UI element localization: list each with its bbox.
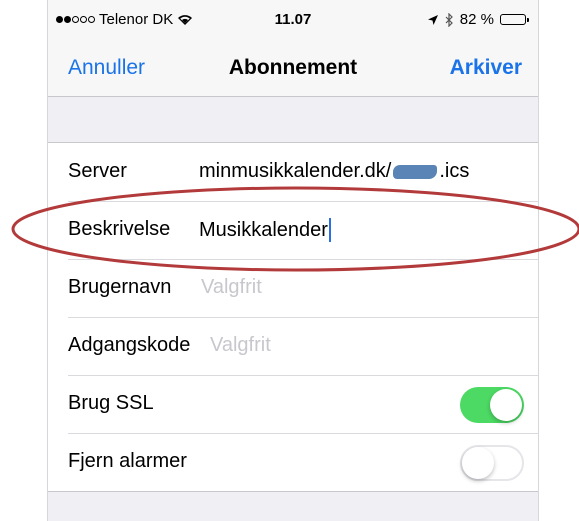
server-row[interactable]: Server minmusikkalender.dk/ .ics bbox=[48, 143, 538, 201]
ssl-row: Brug SSL bbox=[48, 375, 538, 433]
description-label: Beskrivelse bbox=[68, 218, 171, 240]
navigation-bar: Annuller Abonnement Arkiver bbox=[48, 40, 538, 97]
text-cursor bbox=[328, 218, 331, 242]
ssl-label: Brug SSL bbox=[68, 392, 154, 414]
server-field[interactable]: minmusikkalender.dk/ .ics bbox=[199, 160, 469, 183]
alarms-row: Fjern alarmer bbox=[48, 433, 538, 491]
save-button[interactable]: Arkiver bbox=[450, 56, 522, 80]
description-value: Musikkalender bbox=[199, 218, 328, 241]
description-row[interactable]: Beskrivelse Musikkalender bbox=[48, 201, 538, 259]
password-label: Adgangskode bbox=[68, 334, 191, 356]
bluetooth-icon bbox=[445, 12, 453, 27]
battery-icon bbox=[500, 14, 529, 25]
username-label: Brugernavn bbox=[68, 276, 172, 298]
password-field[interactable]: Valgfrit bbox=[210, 334, 271, 357]
battery-percent: 82 % bbox=[459, 11, 494, 28]
status-right: 82 % bbox=[427, 11, 529, 28]
subscription-settings-list: Server minmusikkalender.dk/ .ics Beskrive… bbox=[48, 142, 538, 492]
status-bar: Telenor DK 11.07 82 % bbox=[48, 0, 538, 40]
password-row[interactable]: Adgangskode Valgfrit bbox=[48, 317, 538, 375]
username-field[interactable]: Valgfrit bbox=[201, 276, 262, 299]
server-value-suffix: .ics bbox=[439, 160, 470, 182]
username-row[interactable]: Brugernavn Valgfrit bbox=[48, 259, 538, 317]
server-value-prefix: minmusikkalender.dk/ bbox=[199, 160, 392, 182]
ssl-toggle[interactable] bbox=[460, 387, 524, 423]
alarms-label: Fjern alarmer bbox=[68, 450, 187, 472]
description-field[interactable]: Musikkalender bbox=[199, 218, 331, 242]
redacted-mark bbox=[393, 164, 438, 179]
toggle-knob bbox=[490, 389, 522, 421]
location-arrow-icon bbox=[427, 14, 438, 25]
remove-alarms-toggle[interactable] bbox=[460, 445, 524, 481]
toggle-knob bbox=[462, 447, 494, 479]
server-label: Server bbox=[68, 160, 127, 182]
phone-screen: Telenor DK 11.07 82 % Annuller Abonnemen… bbox=[47, 0, 539, 521]
